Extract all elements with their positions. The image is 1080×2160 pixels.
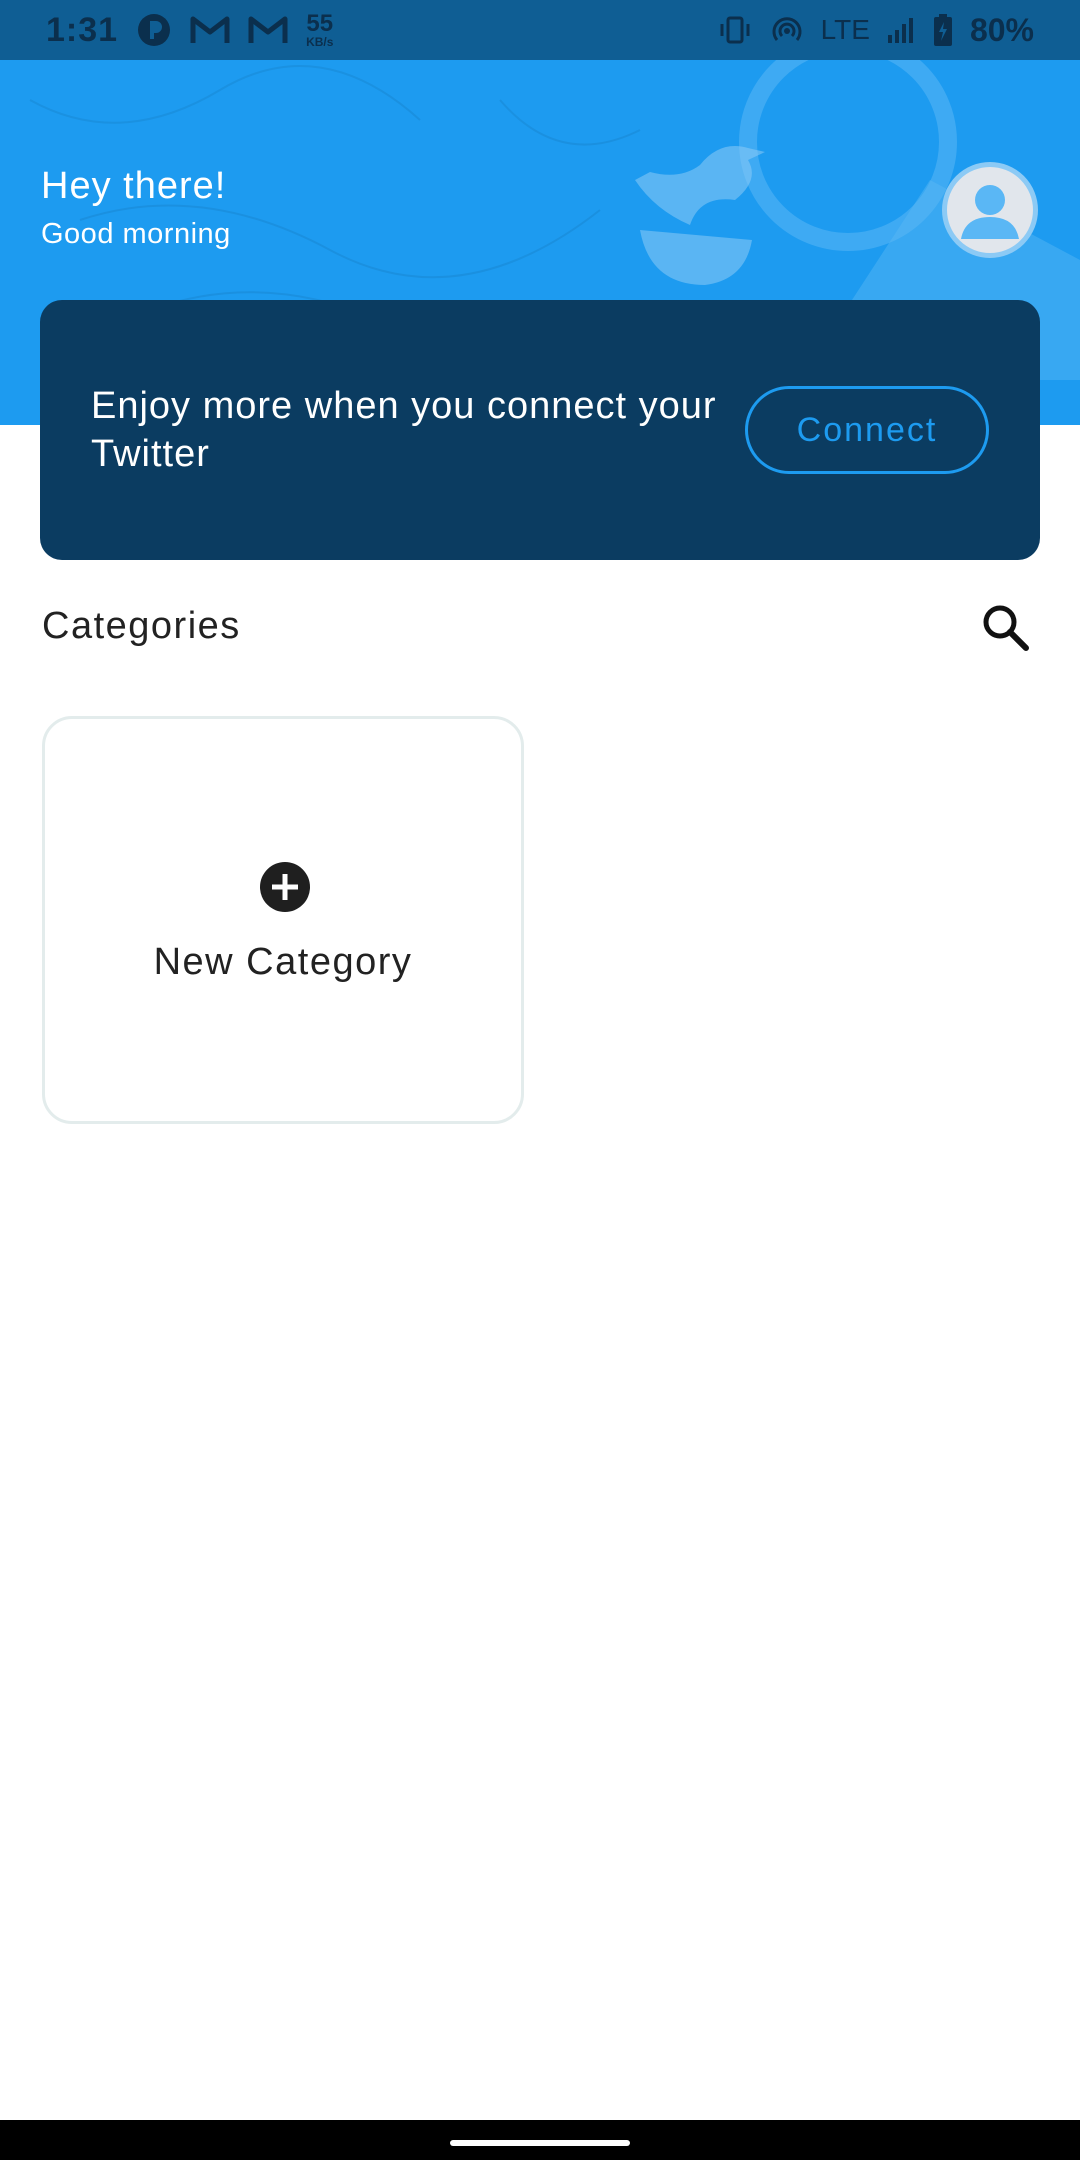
home-indicator[interactable] bbox=[450, 2140, 630, 2146]
connect-button[interactable]: Connect bbox=[745, 386, 989, 474]
hotspot-icon bbox=[769, 14, 805, 46]
connect-twitter-banner: Enjoy more when you connect your Twitter… bbox=[40, 300, 1040, 560]
battery-percentage: 80% bbox=[969, 11, 1034, 48]
status-time: 1:31 bbox=[46, 10, 119, 49]
system-navigation-bar bbox=[0, 2120, 1080, 2160]
status-right: LTE 80% bbox=[717, 12, 1034, 49]
battery-charging-icon bbox=[932, 13, 954, 47]
search-button[interactable] bbox=[978, 600, 1034, 656]
net-speed-unit: KB/s bbox=[306, 35, 334, 49]
user-avatar-icon bbox=[961, 185, 1019, 239]
search-icon bbox=[983, 605, 1029, 651]
new-category-label: New Category bbox=[153, 941, 413, 983]
profile-avatar-button[interactable] bbox=[942, 162, 1038, 258]
net-speed: 55 KB/s bbox=[306, 10, 334, 49]
app-notification-icon bbox=[136, 12, 172, 48]
plus-circle-icon bbox=[260, 862, 310, 912]
new-category-card[interactable]: New Category bbox=[42, 716, 524, 1124]
vibrate-icon bbox=[717, 15, 753, 45]
categories-heading: Categories bbox=[42, 605, 241, 647]
network-type: LTE bbox=[820, 14, 870, 45]
greeting-subtitle: Good morning bbox=[41, 218, 231, 250]
status-left: 1:31 55 KB/s bbox=[46, 11, 333, 50]
signal-icon bbox=[886, 15, 916, 45]
connect-message: Enjoy more when you connect your Twitter bbox=[91, 385, 717, 475]
greeting-title: Hey there! bbox=[41, 165, 227, 207]
net-speed-value: 55 bbox=[306, 10, 334, 37]
status-bar: 1:31 55 KB/s LTE 80% bbox=[0, 0, 1080, 60]
gmail-icon bbox=[248, 15, 288, 45]
gmail-icon bbox=[190, 15, 230, 45]
